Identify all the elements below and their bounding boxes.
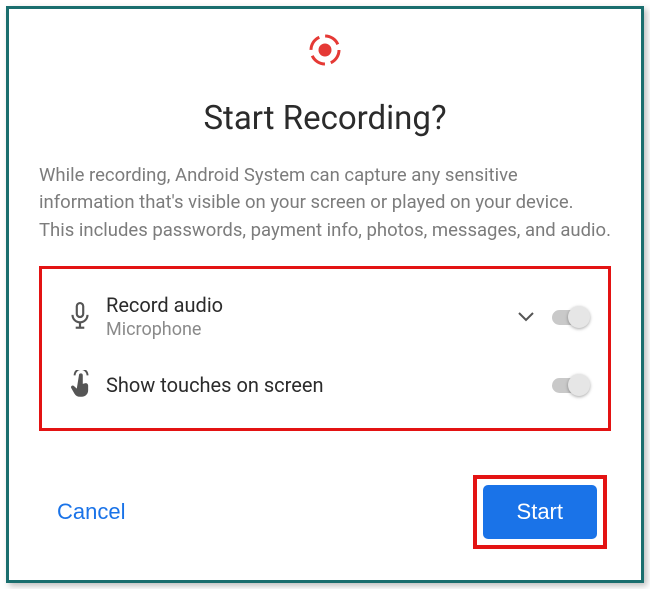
option-subtitle: Microphone [106, 319, 512, 340]
option-title: Show touches on screen [106, 373, 552, 398]
show-touches-toggle[interactable] [552, 374, 592, 396]
dialog-actions: Cancel Start [39, 475, 611, 549]
cancel-button[interactable]: Cancel [43, 489, 139, 535]
start-highlight-box: Start [473, 475, 607, 549]
option-record-audio-text: Record audio Microphone [106, 293, 512, 340]
option-record-audio[interactable]: Record audio Microphone [50, 281, 598, 352]
dialog-description: While recording, Android System can capt… [39, 162, 611, 244]
option-show-touches[interactable]: Show touches on screen [50, 358, 598, 412]
dialog-title: Start Recording? [39, 99, 611, 138]
options-highlight-box: Record audio Microphone Show touches on … [39, 266, 611, 431]
dialog-frame: Start Recording? While recording, Androi… [6, 6, 644, 583]
option-show-touches-text: Show touches on screen [106, 373, 552, 398]
record-audio-toggle[interactable] [552, 306, 592, 328]
microphone-icon [54, 302, 106, 332]
start-button[interactable]: Start [483, 485, 597, 539]
touch-icon [54, 370, 106, 400]
option-title: Record audio [106, 293, 512, 318]
record-icon [39, 33, 611, 67]
chevron-down-icon[interactable] [518, 307, 534, 326]
